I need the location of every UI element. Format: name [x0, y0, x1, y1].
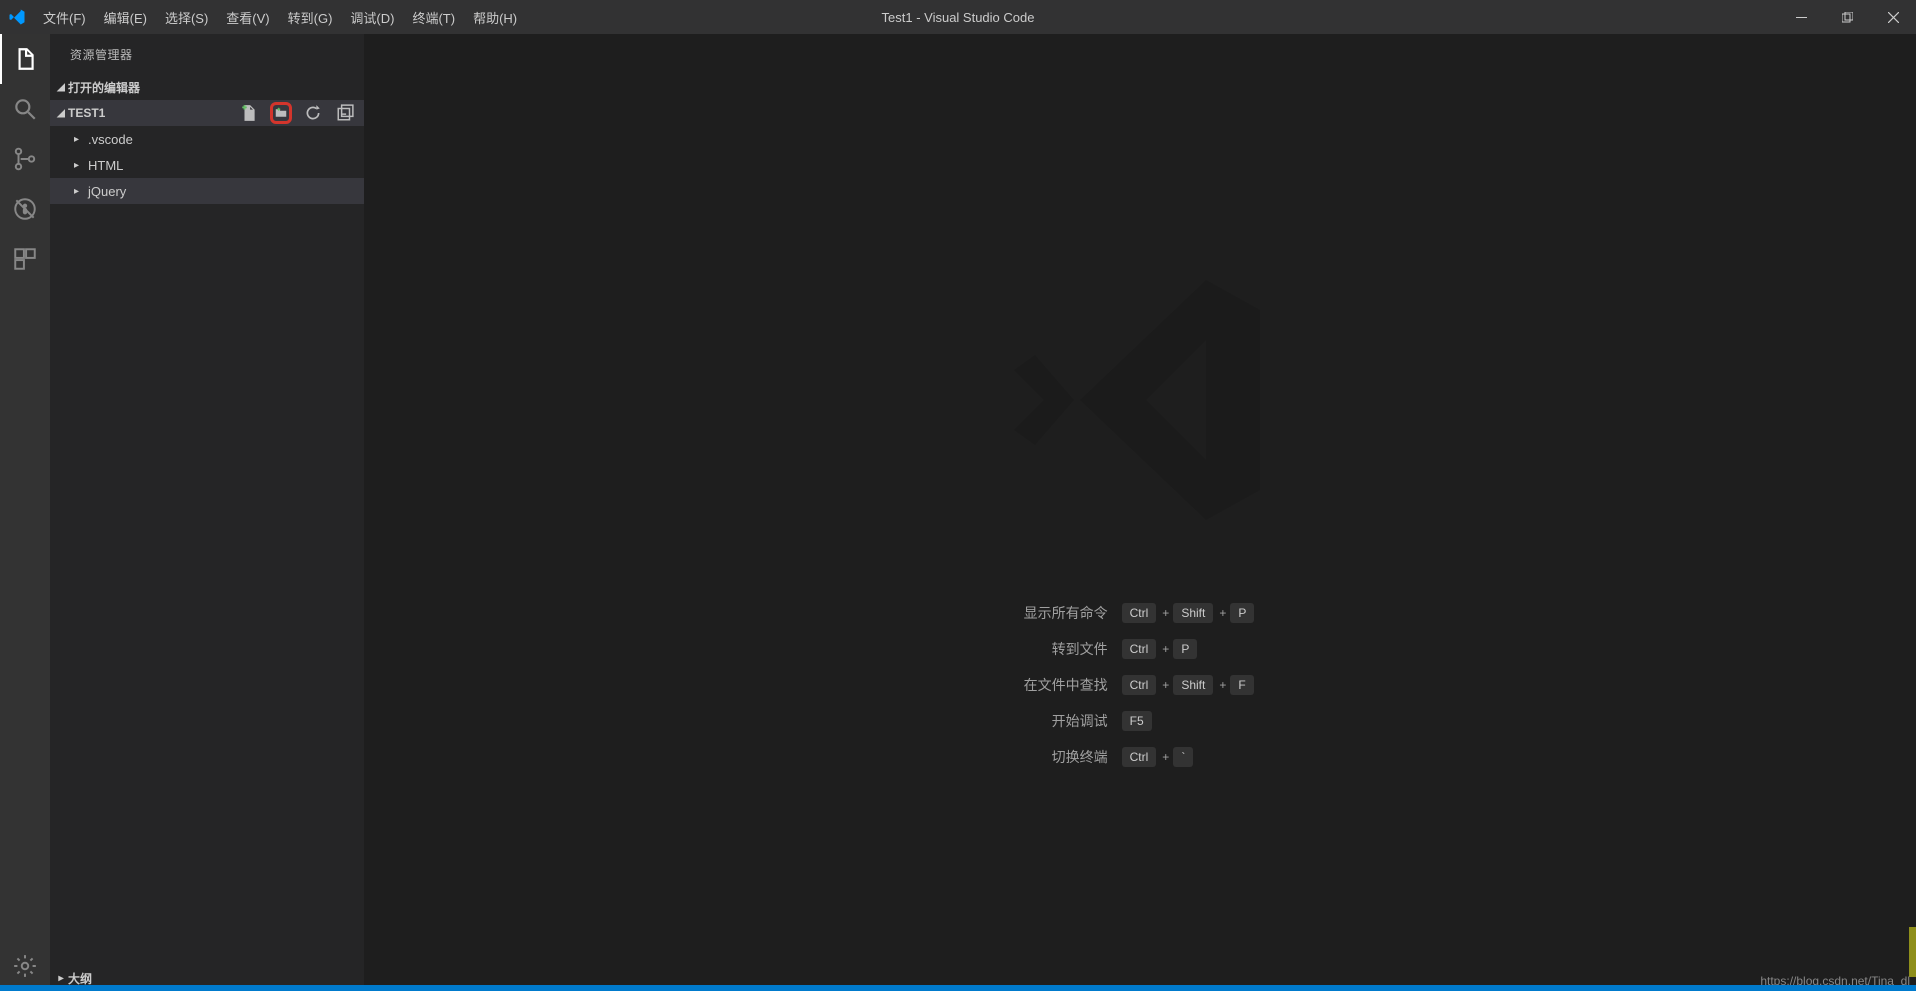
- tree-item-label: jQuery: [88, 184, 126, 199]
- keycap: P: [1173, 639, 1197, 659]
- maximize-button[interactable]: [1824, 0, 1870, 34]
- shortcut-label: 转到文件: [1024, 631, 1122, 667]
- explorer-sidebar: 资源管理器 ◢ 打开的编辑器 ◢ TEST1: [50, 34, 364, 991]
- keycap: P: [1230, 603, 1254, 623]
- editor-area: 显示所有命令 Ctrl + Shift + P 转到文件 Ctrl + P 在文件中查找 C…: [364, 34, 1916, 991]
- chevron-right-icon: ▸: [54, 973, 68, 984]
- shortcut-row: 显示所有命令 Ctrl + Shift + P: [1024, 595, 1257, 631]
- menu-terminal[interactable]: 终端(T): [403, 0, 464, 34]
- window-title: Test1 - Visual Studio Code: [882, 10, 1035, 25]
- activity-bar: [0, 34, 50, 991]
- chevron-down-icon: ◢: [54, 108, 68, 119]
- outline-label: 大纲: [68, 970, 92, 987]
- shortcut-keys: Ctrl + Shift + F: [1122, 667, 1257, 703]
- shortcut-keys: Ctrl + P: [1122, 631, 1257, 667]
- chevron-right-icon: ▸: [74, 160, 88, 171]
- tree-item-label: .vscode: [88, 132, 133, 147]
- keycap: Ctrl: [1122, 747, 1157, 767]
- menu-view[interactable]: 查看(V): [217, 0, 278, 34]
- menu-file[interactable]: 文件(F): [34, 0, 95, 34]
- keycap: Ctrl: [1122, 675, 1157, 695]
- activity-explorer[interactable]: [0, 34, 50, 84]
- title-bar: 文件(F) 编辑(E) 选择(S) 查看(V) 转到(G) 调试(D) 终端(T…: [0, 0, 1916, 34]
- keycap: Ctrl: [1122, 603, 1157, 623]
- shortcut-label: 切换终端: [1024, 739, 1122, 775]
- menu-edit[interactable]: 编辑(E): [95, 0, 156, 34]
- chevron-down-icon: ◢: [54, 82, 68, 93]
- activity-settings[interactable]: [0, 941, 50, 991]
- open-editors-section[interactable]: ◢ 打开的编辑器: [50, 74, 364, 100]
- open-editors-label: 打开的编辑器: [68, 79, 140, 96]
- shortcut-row: 切换终端 Ctrl + `: [1024, 739, 1257, 775]
- vscode-watermark-icon: [990, 250, 1290, 555]
- scrollbar-indicator[interactable]: [1909, 927, 1916, 977]
- new-folder-button[interactable]: [270, 102, 292, 124]
- activity-extensions[interactable]: [0, 234, 50, 284]
- shortcut-keys: F5: [1122, 703, 1257, 739]
- refresh-button[interactable]: [302, 102, 324, 124]
- menu-bar: 文件(F) 编辑(E) 选择(S) 查看(V) 转到(G) 调试(D) 终端(T…: [34, 0, 526, 34]
- shortcut-label: 在文件中查找: [1024, 667, 1122, 703]
- close-button[interactable]: [1870, 0, 1916, 34]
- keycap: Shift: [1173, 675, 1213, 695]
- window-controls: [1778, 0, 1916, 34]
- activity-debug[interactable]: [0, 184, 50, 234]
- menu-help[interactable]: 帮助(H): [464, 0, 526, 34]
- tree-folder-jquery[interactable]: ▸ jQuery: [50, 178, 364, 204]
- project-actions: [238, 102, 356, 124]
- tree-folder-vscode[interactable]: ▸ .vscode: [50, 126, 364, 152]
- tree-item-label: HTML: [88, 158, 123, 173]
- project-section[interactable]: ◢ TEST1: [50, 100, 364, 126]
- chevron-right-icon: ▸: [74, 186, 88, 197]
- menu-go[interactable]: 转到(G): [279, 0, 342, 34]
- plus-separator: +: [1162, 678, 1169, 692]
- sidebar-title: 资源管理器: [50, 34, 364, 74]
- shortcut-keys: Ctrl + Shift + P: [1122, 595, 1257, 631]
- collapse-all-button[interactable]: [334, 102, 356, 124]
- plus-separator: +: [1219, 678, 1226, 692]
- project-name-label: TEST1: [68, 106, 105, 120]
- tree-folder-html[interactable]: ▸ HTML: [50, 152, 364, 178]
- shortcut-label: 显示所有命令: [1024, 595, 1122, 631]
- keycap: `: [1173, 747, 1193, 767]
- menu-debug[interactable]: 调试(D): [341, 0, 403, 34]
- shortcut-label: 开始调试: [1024, 703, 1122, 739]
- minimize-button[interactable]: [1778, 0, 1824, 34]
- shortcut-keys: Ctrl + `: [1122, 739, 1257, 775]
- shortcut-row: 在文件中查找 Ctrl + Shift + F: [1024, 667, 1257, 703]
- plus-separator: +: [1162, 606, 1169, 620]
- new-file-button[interactable]: [238, 102, 260, 124]
- status-bar[interactable]: [0, 985, 1916, 991]
- main-area: 资源管理器 ◢ 打开的编辑器 ◢ TEST1: [0, 34, 1916, 991]
- menu-selection[interactable]: 选择(S): [156, 0, 217, 34]
- plus-separator: +: [1219, 606, 1226, 620]
- chevron-right-icon: ▸: [74, 134, 88, 145]
- activity-search[interactable]: [0, 84, 50, 134]
- vscode-logo-icon: [0, 8, 34, 26]
- shortcut-row: 转到文件 Ctrl + P: [1024, 631, 1257, 667]
- plus-separator: +: [1162, 642, 1169, 656]
- keycap: Shift: [1173, 603, 1213, 623]
- keycap: F5: [1122, 711, 1152, 731]
- plus-separator: +: [1162, 750, 1169, 764]
- keycap: Ctrl: [1122, 639, 1157, 659]
- welcome-shortcuts: 显示所有命令 Ctrl + Shift + P 转到文件 Ctrl + P 在文件中查找 C…: [1024, 595, 1257, 775]
- activity-source-control[interactable]: [0, 134, 50, 184]
- keycap: F: [1230, 675, 1253, 695]
- shortcut-row: 开始调试 F5: [1024, 703, 1257, 739]
